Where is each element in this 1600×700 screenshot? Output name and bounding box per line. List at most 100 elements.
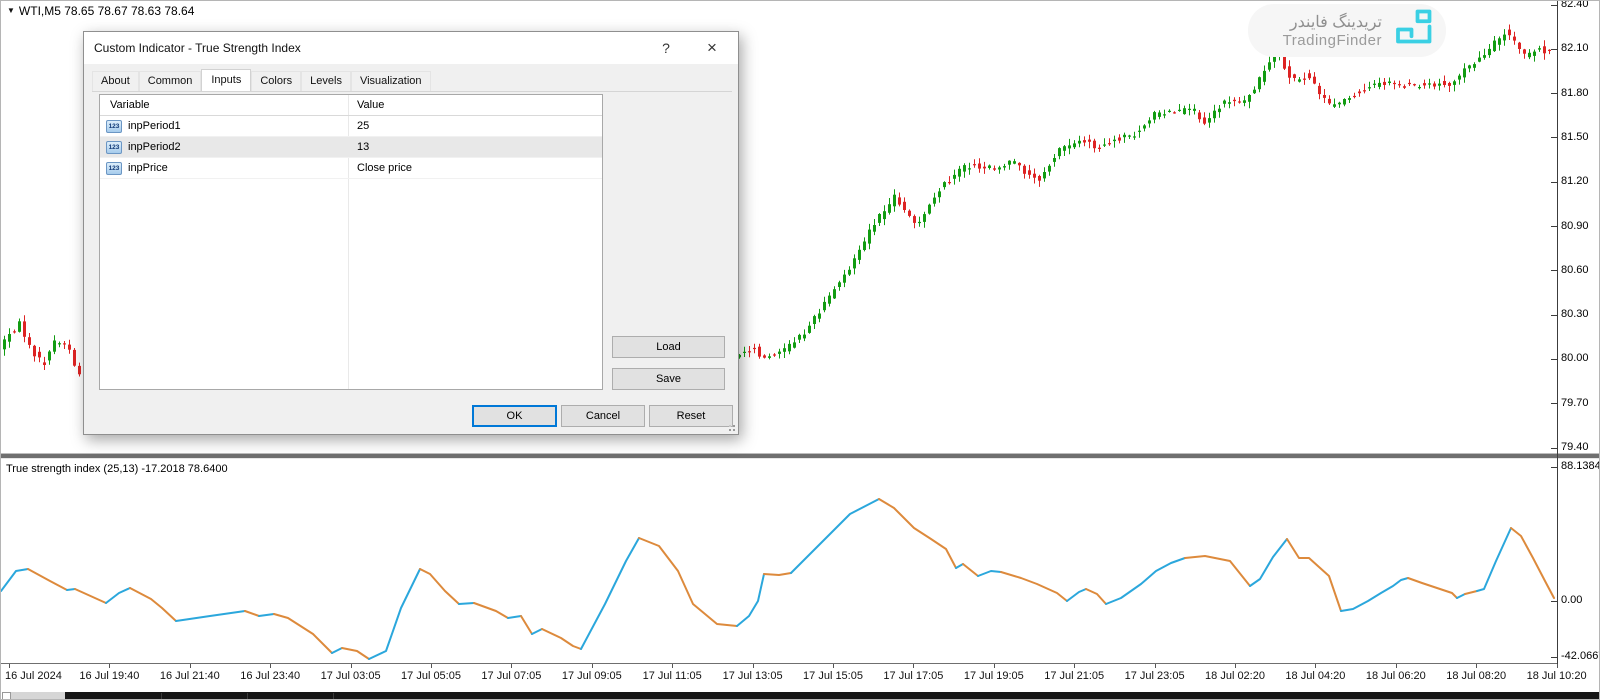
dialog-titlebar[interactable]: Custom Indicator - True Strength Index ?… (84, 32, 738, 64)
time-axis-label: 17 Jul 19:05 (964, 670, 1024, 682)
price-axis-label: 79.40 (1561, 441, 1589, 453)
time-axis-tick (753, 664, 754, 668)
time-axis-label: 18 Jul 04:20 (1285, 670, 1345, 682)
bottom-gray-strip (11, 692, 65, 700)
price-axis-line (1557, 1, 1558, 664)
time-axis-label: 17 Jul 15:05 (803, 670, 863, 682)
indicator-axis-label: 0.00 (1561, 594, 1582, 606)
logo-title-farsi: تریدینگ فایندر (1283, 13, 1382, 32)
time-axis-label: 16 Jul 21:40 (160, 670, 220, 682)
tab-inputs[interactable]: Inputs (201, 69, 251, 91)
time-axis-tick (9, 664, 10, 668)
price-axis-tick (1551, 49, 1557, 50)
price-axis-label: 80.30 (1561, 308, 1589, 320)
indicator-axis-tick (1551, 467, 1557, 468)
variable-cell: 123 inpPeriod1 (100, 120, 348, 133)
tab-common[interactable]: Common (139, 71, 202, 91)
cancel-button[interactable]: Cancel (561, 405, 645, 427)
load-button[interactable]: Load (612, 336, 725, 358)
variable-cell: 123inpPeriod2 (100, 141, 348, 154)
price-axis-tick (1551, 359, 1557, 360)
time-axis-label: 18 Jul 06:20 (1366, 670, 1426, 682)
price-axis-label: 80.60 (1561, 264, 1589, 276)
mt4-window: ▼ WTI,M5 78.65 78.67 78.63 78.64 تریدینگ … (0, 0, 1600, 700)
time-axis-label: 16 Jul 23:40 (240, 670, 300, 682)
table-row[interactable]: 123inpPeriod213 (100, 137, 602, 158)
value-cell[interactable]: Close price (348, 162, 412, 174)
price-axis-tick (1551, 182, 1557, 183)
time-axis-label: 17 Jul 03:05 (321, 670, 381, 682)
numeric-parameter-icon: 123 (106, 120, 122, 133)
logo-title-english: TradingFinder (1283, 32, 1382, 49)
time-axis-tick (270, 664, 271, 668)
dialog-title: Custom Indicator - True Strength Index (94, 32, 301, 64)
close-icon[interactable]: × (696, 32, 728, 64)
price-axis-label: 82.10 (1561, 42, 1589, 54)
price-axis-label: 82.40 (1561, 0, 1589, 10)
value-cell[interactable]: 13 (348, 141, 369, 153)
price-axis-tick (1551, 448, 1557, 449)
time-axis-tick (1315, 664, 1316, 668)
time-axis-tick (833, 664, 834, 668)
tradingfinder-watermark: تریدینگ فایندر TradingFinder (1248, 4, 1446, 57)
panel-splitter[interactable] (1, 452, 1600, 460)
price-axis-label: 80.00 (1561, 352, 1589, 364)
time-axis-tick (994, 664, 995, 668)
time-axis-label: 16 Jul 2024 (5, 670, 62, 682)
time-axis-label: 17 Jul 17:05 (883, 670, 943, 682)
header-variable: Variable (100, 99, 348, 111)
time-axis-label: 17 Jul 13:05 (723, 670, 783, 682)
time-axis-tick (672, 664, 673, 668)
header-value: Value (348, 99, 384, 111)
price-axis-tick (1551, 93, 1557, 94)
table-header-row: VariableValue (100, 95, 602, 116)
price-axis-tick (1551, 270, 1557, 271)
table-row[interactable]: 123inpPriceClose price (100, 158, 602, 179)
ok-button[interactable]: OK (472, 405, 557, 427)
table-row[interactable]: 123 inpPeriod1 25 (100, 116, 602, 137)
time-axis-tick (109, 664, 110, 668)
indicator-value-label: True strength index (25,13) -17.2018 78.… (6, 463, 228, 475)
tab-colors[interactable]: Colors (251, 71, 301, 91)
time-axis-tick (1074, 664, 1075, 668)
time-axis-tick (431, 664, 432, 668)
price-axis-label: 80.90 (1561, 220, 1589, 232)
variable-name: inpPeriod1 (128, 120, 181, 132)
time-axis-tick (1155, 664, 1156, 668)
symbol-quote-text: WTI,M5 78.65 78.67 78.63 78.64 (19, 4, 194, 18)
time-axis-tick (1396, 664, 1397, 668)
time-axis-line (1, 663, 1557, 664)
time-axis-tick (1476, 664, 1477, 668)
time-axis-label: 18 Jul 08:20 (1446, 670, 1506, 682)
time-axis-label: 17 Jul 21:05 (1044, 670, 1104, 682)
save-button[interactable]: Save (612, 368, 725, 390)
time-axis-tick (190, 664, 191, 668)
tab-visualization[interactable]: Visualization (351, 71, 431, 91)
time-axis-label: 17 Jul 11:05 (643, 670, 702, 682)
resize-grip[interactable] (727, 423, 736, 432)
tab-about[interactable]: About (92, 71, 139, 91)
indicator-axis-tick (1551, 657, 1557, 658)
price-axis-tick (1551, 137, 1557, 138)
dialog-tabstrip: AboutCommonInputsColorsLevelsVisualizati… (92, 69, 732, 92)
price-axis-label: 81.80 (1561, 87, 1589, 99)
numeric-parameter-icon: 123 (106, 141, 122, 154)
tradingfinder-logo-icon (1392, 7, 1434, 54)
price-axis-label: 81.20 (1561, 175, 1589, 187)
tab-levels[interactable]: Levels (301, 71, 351, 91)
time-axis-label: 17 Jul 05:05 (401, 670, 461, 682)
bottom-window-strip (65, 692, 1600, 700)
indicator-axis-tick (1551, 601, 1557, 602)
inputs-table: VariableValue123inpPeriod125123inpPeriod… (99, 94, 603, 390)
variable-cell: 123inpPrice (100, 162, 348, 175)
chevron-down-icon[interactable]: ▼ (7, 6, 15, 15)
status-box (2, 692, 11, 700)
indicator-axis-label: 88.1384 (1561, 460, 1600, 472)
help-button[interactable]: ? (650, 32, 682, 64)
price-axis-tick (1551, 5, 1557, 6)
value-cell[interactable]: 25 (348, 120, 369, 132)
time-axis-tick (351, 664, 352, 668)
reset-button[interactable]: Reset (649, 405, 733, 427)
price-axis-tick (1551, 226, 1557, 227)
symbol-quote: ▼ WTI,M5 78.65 78.67 78.63 78.64 (7, 4, 194, 18)
